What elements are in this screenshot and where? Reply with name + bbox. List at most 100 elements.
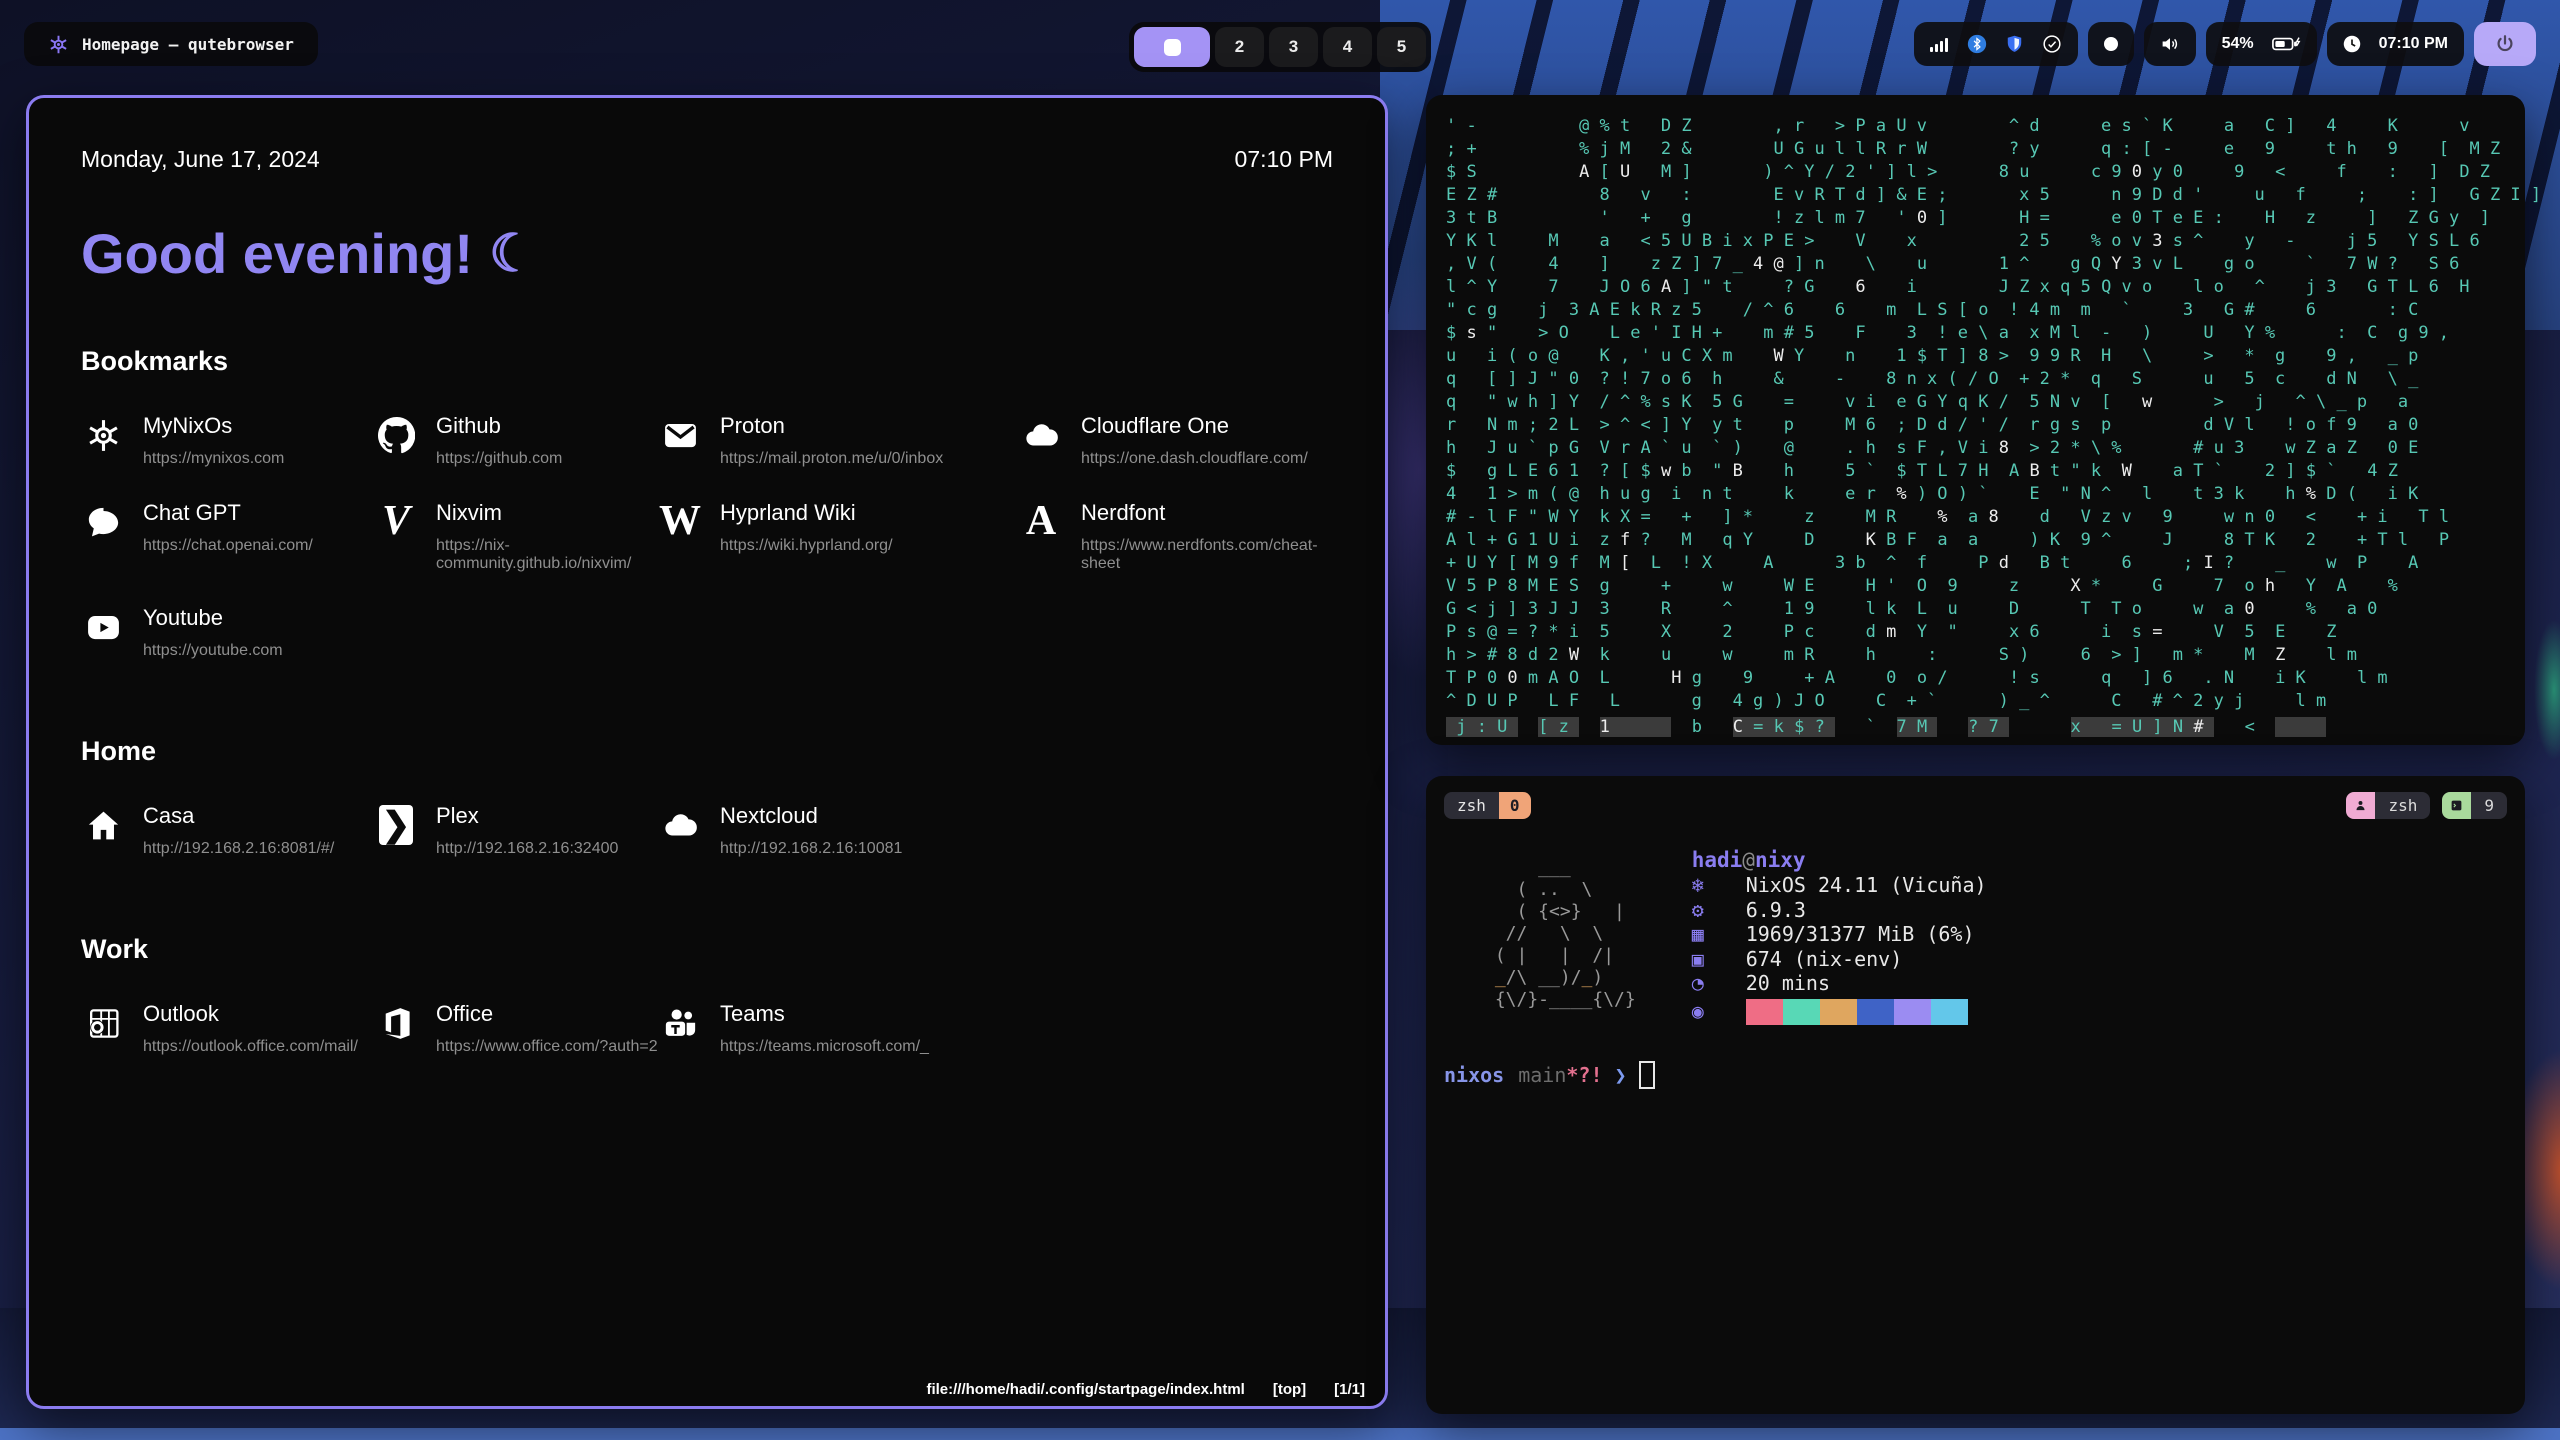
- startpage-header: Monday, June 17, 2024 07:10 PM: [81, 146, 1333, 173]
- fetch-art-line: {\/}-____{\/}: [1484, 989, 1636, 1011]
- link-texts: Chat GPThttps://chat.openai.com/: [143, 500, 313, 555]
- color-swatch: [1746, 999, 1783, 1025]
- packages-icon: ▣: [1692, 947, 1746, 972]
- shield-vault-icon[interactable]: [2005, 34, 2024, 54]
- link-url: https://wiki.hyprland.org/: [720, 537, 893, 555]
- matrix-bottom-segment: [1518, 717, 1538, 737]
- fetch-at: @: [1742, 848, 1755, 872]
- color-swatch: [1931, 999, 1968, 1025]
- matrix-row: T P 0 0 m A O L H g 9 + A 0 o / ! s q ] …: [1446, 667, 2505, 690]
- palette-icon: ◉: [1692, 999, 1746, 1025]
- matrix-row: " c g j 3 A E k R z 5 / ^ 6 6 m L S [ o …: [1446, 299, 2505, 322]
- workspace-button-3[interactable]: 3: [1269, 27, 1318, 67]
- bookmark-link[interactable]: Outlookhttps://outlook.office.com/mail/: [81, 1001, 374, 1056]
- matrix-row: Y K l M a < 5 U B i x P E > V x 2 5 % o …: [1446, 230, 2505, 253]
- tray-pill: [1914, 22, 2078, 66]
- wallpaper-bottom-bar: [0, 1428, 2560, 1440]
- section-home: HomeCasahttp://192.168.2.16:8081/#/❯Plex…: [81, 736, 1333, 858]
- window-title: Homepage — qutebrowser: [82, 35, 294, 54]
- workspace-active-indicator: [1164, 39, 1181, 56]
- workspace-button-active[interactable]: [1134, 27, 1210, 67]
- matrix-row: # - l F " W Y k X = + ] * z M R % a 8 d …: [1446, 506, 2505, 529]
- matrix-bottom-segment: b: [1692, 717, 1733, 737]
- tabbar-right-group: zsh 9: [2346, 792, 2507, 819]
- envelope-icon: [658, 413, 702, 457]
- shell-prompt[interactable]: nixos main *?! ❯: [1444, 1061, 2507, 1089]
- bookmark-link[interactable]: VNixvimhttps://nix-community.github.io/n…: [374, 500, 658, 573]
- zsh-terminal-window: zsh 0 zsh 9 ___ ( .. \ ( {<>}: [1426, 776, 2525, 1414]
- session-count: 9: [2471, 792, 2507, 819]
- matrix-bottom-segment: x = U ] N #: [2071, 717, 2214, 737]
- window-title-pill: Homepage — qutebrowser: [24, 22, 318, 66]
- matrix-bottom-segment: [1579, 717, 1599, 737]
- link-url: https://nix-community.github.io/nixvim/: [436, 537, 658, 573]
- link-name: Outlook: [143, 1001, 358, 1027]
- network-signal-icon[interactable]: [1930, 36, 1949, 53]
- fetch-line: ◔20 mins: [1692, 971, 1987, 996]
- bookmark-link[interactable]: Chat GPThttps://chat.openai.com/: [81, 500, 374, 573]
- matrix-row: h > # 8 d 2 W k u w m R h : S ) 6 > ] m …: [1446, 644, 2505, 667]
- cloud-icon: [658, 803, 702, 847]
- teams-icon: [658, 1001, 702, 1045]
- indicator-pill: [2088, 22, 2134, 66]
- bookmark-link[interactable]: WHyprland Wikihttps://wiki.hyprland.org/: [658, 500, 1019, 573]
- fetch-art-line: ( .. \: [1484, 879, 1636, 901]
- letter-a-icon: A: [1019, 500, 1063, 544]
- bookmark-link[interactable]: A Nerdfonthttps://www.nerdfonts.com/cheat…: [1019, 500, 1333, 573]
- matrix-row: q [ ] J " 0 ? ! 7 o 6 h & - 8 n x ( / O …: [1446, 368, 2505, 391]
- fetch-user-host: hadi@nixy: [1692, 847, 1987, 873]
- link-name: Teams: [720, 1001, 929, 1027]
- fetch-info: hadi@nixy ❄NixOS 24.11 (Vicuña)⚙6.9.3▦19…: [1692, 847, 1987, 1025]
- fetch-art-line: ( {<>} |: [1484, 901, 1636, 923]
- power-icon: [2494, 33, 2516, 55]
- bookmark-link[interactable]: Casahttp://192.168.2.16:8081/#/: [81, 803, 374, 858]
- workspace-button-5[interactable]: 5: [1377, 27, 1426, 67]
- user-icon: [2346, 792, 2375, 819]
- fetch-art-line: // \ \: [1484, 923, 1636, 945]
- bookmark-link[interactable]: Protonhttps://mail.proton.me/u/0/inbox: [658, 413, 1019, 468]
- bookmark-link[interactable]: MyNixOshttps://mynixos.com: [81, 413, 374, 468]
- bookmark-link[interactable]: Githubhttps://github.com: [374, 413, 658, 468]
- qutebrowser-statusbar: file:///home/hadi/.config/startpage/inde…: [926, 1381, 1365, 1398]
- fetch-art-line: _/\ __)/_): [1484, 967, 1636, 989]
- link-texts: Protonhttps://mail.proton.me/u/0/inbox: [720, 413, 943, 468]
- matrix-bottom-segment: [2009, 717, 2070, 737]
- link-texts: Nixvimhttps://nix-community.github.io/ni…: [436, 500, 658, 573]
- fetch-art-line: ___: [1484, 857, 1636, 879]
- bookmark-link[interactable]: Officehttps://www.office.com/?auth=2: [374, 1001, 658, 1056]
- bookmark-link[interactable]: Youtubehttps://youtube.com: [81, 605, 374, 660]
- link-texts: Cloudflare Onehttps://one.dash.cloudflar…: [1081, 413, 1308, 468]
- fetch-lines: ❄NixOS 24.11 (Vicuña)⚙6.9.3▦1969/31377 M…: [1692, 873, 1987, 996]
- workspace-button-2[interactable]: 2: [1215, 27, 1264, 67]
- matrix-bottom-segment: 1: [1600, 717, 1672, 737]
- chevron-play-icon: ❯: [374, 803, 418, 847]
- outlook-icon: [81, 1001, 125, 1045]
- links-grid: Outlookhttps://outlook.office.com/mail/O…: [81, 1001, 1333, 1056]
- bookmark-link[interactable]: Nextcloudhttp://192.168.2.16:10081: [658, 803, 1019, 858]
- matrix-row: l ^ Y 7 J O 6 A ] " t ? G 6 i J Z x q 5 …: [1446, 276, 2505, 299]
- volume-pill[interactable]: [2144, 22, 2196, 66]
- bookmark-link[interactable]: ❯Plexhttp://192.168.2.16:32400: [374, 803, 658, 858]
- status-dot-icon: [2104, 37, 2118, 51]
- link-url: http://192.168.2.16:8081/#/: [143, 840, 334, 858]
- section-work: WorkOutlookhttps://outlook.office.com/ma…: [81, 934, 1333, 1056]
- link-url: https://www.office.com/?auth=2: [436, 1038, 658, 1056]
- workspace-button-4[interactable]: 4: [1323, 27, 1372, 67]
- matrix-row: $ S A [ U M ] ) ^ Y / 2 ' ] l > 8 u c 9 …: [1446, 161, 2505, 184]
- terminal-tab-zsh[interactable]: zsh 0: [1444, 792, 1531, 819]
- matrix-bottom-segment: [1835, 717, 1866, 737]
- check-circle-icon[interactable]: [2042, 34, 2062, 54]
- moon-icon: ☾: [489, 228, 536, 280]
- bluetooth-icon[interactable]: [1967, 34, 1987, 54]
- panes-icon: [2442, 792, 2471, 819]
- bookmark-link[interactable]: Teamshttps://teams.microsoft.com/_: [658, 1001, 1019, 1056]
- matrix-bottom-segment: [1937, 717, 1968, 737]
- prompt-host: nixos: [1444, 1063, 1504, 1087]
- startpage-date: Monday, June 17, 2024: [81, 146, 320, 173]
- speaker-icon: [2160, 35, 2180, 53]
- matrix-row: $ s " > O L e ' I H + m # 5 F 3 ! e \ a …: [1446, 322, 2505, 345]
- power-button[interactable]: [2474, 22, 2536, 66]
- link-texts: Nerdfonthttps://www.nerdfonts.com/cheat-…: [1081, 500, 1333, 573]
- link-url: https://one.dash.cloudflare.com/: [1081, 450, 1308, 468]
- bookmark-link[interactable]: Cloudflare Onehttps://one.dash.cloudflar…: [1019, 413, 1333, 468]
